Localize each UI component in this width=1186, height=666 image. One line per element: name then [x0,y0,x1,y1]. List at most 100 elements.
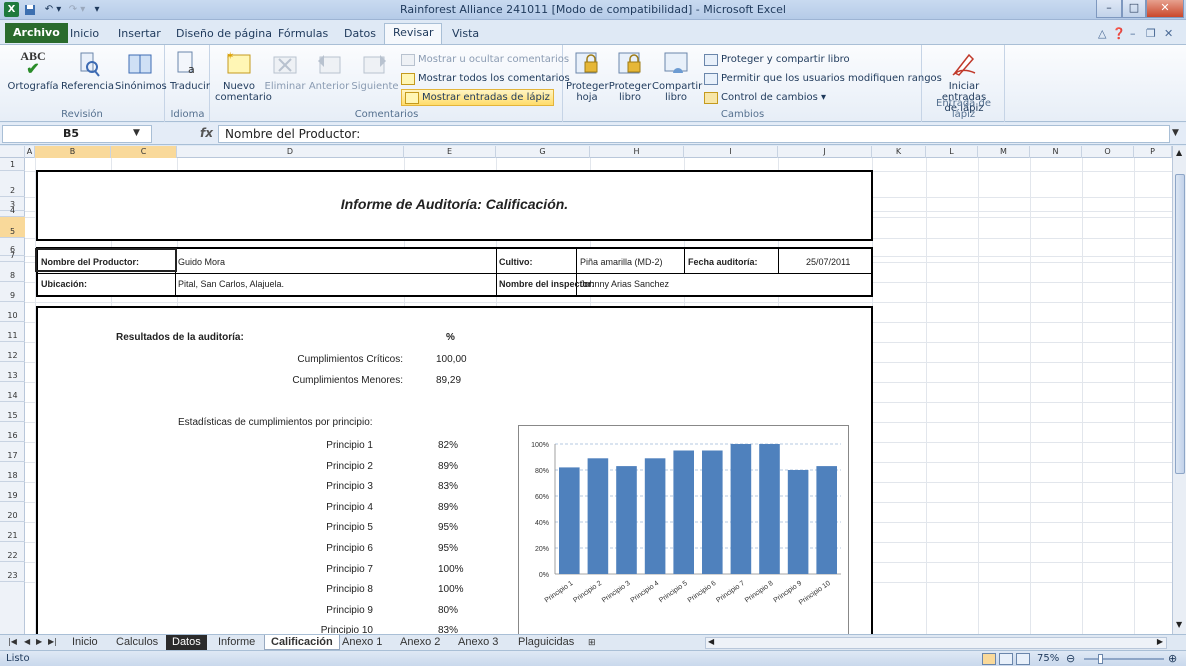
principle-value[interactable]: 100% [438,564,464,575]
page-layout-view-icon[interactable] [999,653,1013,665]
tab-revisar[interactable]: Revisar [384,23,443,44]
function-icon[interactable]: fx [200,126,213,140]
location-value[interactable]: Pital, San Carlos, Alajuela. [178,279,284,289]
thesaurus-button[interactable]: Sinónimos [115,49,167,92]
critical-value[interactable]: 100,00 [436,354,467,365]
col-header-d[interactable]: D [177,146,404,158]
select-all[interactable] [0,146,25,158]
col-header-b[interactable]: B [35,146,111,158]
principle-value[interactable]: 83% [438,625,458,634]
allow-edit-ranges-button[interactable]: Permitir que los usuarios modifiquen ran… [704,70,942,87]
principle-label[interactable]: Principio 7 [238,564,373,575]
col-header-k[interactable]: K [872,146,926,158]
ribbon-minimize-icon[interactable]: △ [1098,27,1106,40]
row-header[interactable]: 1 [0,158,25,171]
expand-formula-icon[interactable]: ▼ [1172,128,1179,138]
tab-insertar[interactable]: Insertar [110,25,169,43]
sheet-tab-inicio[interactable]: Inicio [66,635,104,650]
sheet-tab-anexo-1[interactable]: Anexo 1 [336,635,388,650]
crop-label[interactable]: Cultivo: [499,257,533,267]
tab-formulas[interactable]: Fórmulas [270,25,336,43]
tab-datos[interactable]: Datos [336,25,384,43]
row-header[interactable]: 5 [0,217,25,238]
col-header-i[interactable]: I [684,146,778,158]
row-header[interactable]: 11 [0,322,25,342]
scroll-down-icon[interactable]: ▼ [1176,620,1182,629]
producer-value[interactable]: Guido Mora [178,257,225,267]
row-header[interactable]: 15 [0,402,25,422]
sheet-tab-calificacion[interactable]: Calificación [264,635,340,650]
help-icon[interactable]: ❓ [1112,27,1126,40]
principle-label[interactable]: Principio 3 [238,481,373,492]
protect-sheet-button[interactable]: Proteger hoja [566,49,609,103]
sheet-tab-plaguicidas[interactable]: Plaguicidas [512,635,580,650]
scroll-left-icon[interactable]: ◀ [708,637,714,646]
principle-label[interactable]: Principio 9 [238,605,373,616]
location-label[interactable]: Ubicación: [41,279,87,289]
principle-value[interactable]: 95% [438,522,458,533]
spelling-button[interactable]: ABC ✔ Ortografía [6,49,60,92]
vertical-scrollbar[interactable]: ▲ ▼ [1172,146,1186,634]
name-box[interactable]: B5 [2,125,152,143]
col-header-o[interactable]: O [1082,146,1134,158]
percent-header[interactable]: % [446,332,455,343]
col-header-n[interactable]: N [1030,146,1082,158]
tab-vista[interactable]: Vista [444,25,487,43]
col-header-h[interactable]: H [590,146,684,158]
principle-value[interactable]: 95% [438,543,458,554]
protect-share-button[interactable]: Proteger y compartir libro [704,51,850,68]
principle-value[interactable]: 83% [438,481,458,492]
col-header-m[interactable]: M [978,146,1030,158]
scroll-thumb[interactable] [1175,174,1185,474]
principle-value[interactable]: 89% [438,502,458,513]
principle-label[interactable]: Principio 5 [238,522,373,533]
principle-value[interactable]: 89% [438,461,458,472]
row-header[interactable]: 16 [0,422,25,442]
minor-label[interactable]: Cumplimientos Menores: [218,375,403,386]
row-header[interactable]: 10 [0,302,25,322]
row-header[interactable]: 21 [0,522,25,542]
crop-value[interactable]: Piña amarilla (MD-2) [580,257,663,267]
toggle-comment-button[interactable]: Mostrar u ocultar comentarios [401,51,569,68]
sheet-tab-datos[interactable]: Datos [166,635,207,650]
row-header[interactable]: 8 [0,262,25,282]
principle-label[interactable]: Principio 10 [238,625,373,634]
new-comment-button[interactable]: ✶ Nuevo comentario [215,49,272,103]
page-break-view-icon[interactable] [1016,653,1030,665]
sheet-tab-calculos[interactable]: Calculos [110,635,164,650]
doc-restore-icon[interactable]: ❐ [1146,27,1156,40]
row-header[interactable]: 12 [0,342,25,362]
audit-date-label[interactable]: Fecha auditoría: [688,257,758,267]
chevron-down-icon[interactable]: ▼ [133,128,140,138]
results-heading[interactable]: Resultados de la auditoría: [116,332,244,343]
row-header[interactable]: 18 [0,462,25,482]
track-changes-button[interactable]: Control de cambios ▾ [704,89,826,106]
minimize-icon[interactable]: – [1096,0,1122,18]
principle-value[interactable]: 82% [438,440,458,451]
doc-close-icon[interactable]: ✕ [1164,27,1173,40]
zoom-out-icon[interactable]: ⊖ [1066,652,1075,665]
principle-value[interactable]: 80% [438,605,458,616]
principle-label[interactable]: Principio 8 [238,584,373,595]
prev-sheet-icon[interactable]: ◀ [24,637,30,646]
principle-value[interactable]: 100% [438,584,464,595]
scroll-right-icon[interactable]: ▶ [1157,637,1163,646]
row-header[interactable]: 22 [0,542,25,562]
critical-label[interactable]: Cumplimientos Críticos: [218,354,403,365]
col-header-g[interactable]: G [496,146,590,158]
protect-workbook-button[interactable]: Proteger libro [608,49,652,103]
principle-label[interactable]: Principio 4 [238,502,373,513]
row-header[interactable]: 19 [0,482,25,502]
row-header[interactable]: 17 [0,442,25,462]
horizontal-scrollbar[interactable]: ◀ ▶ [705,637,1167,649]
col-header-e[interactable]: E [404,146,496,158]
zoom-slider-thumb[interactable] [1098,654,1103,664]
normal-view-icon[interactable] [982,653,996,665]
zoom-slider[interactable] [1084,658,1164,660]
maximize-icon[interactable]: □ [1122,0,1146,18]
sheet-tab-anexo-2[interactable]: Anexo 2 [394,635,446,650]
show-ink-button[interactable]: Mostrar entradas de lápiz [401,89,554,106]
close-icon[interactable]: ✕ [1146,0,1184,18]
col-header-c[interactable]: C [111,146,177,158]
share-workbook-button[interactable]: Compartir libro [652,49,702,103]
